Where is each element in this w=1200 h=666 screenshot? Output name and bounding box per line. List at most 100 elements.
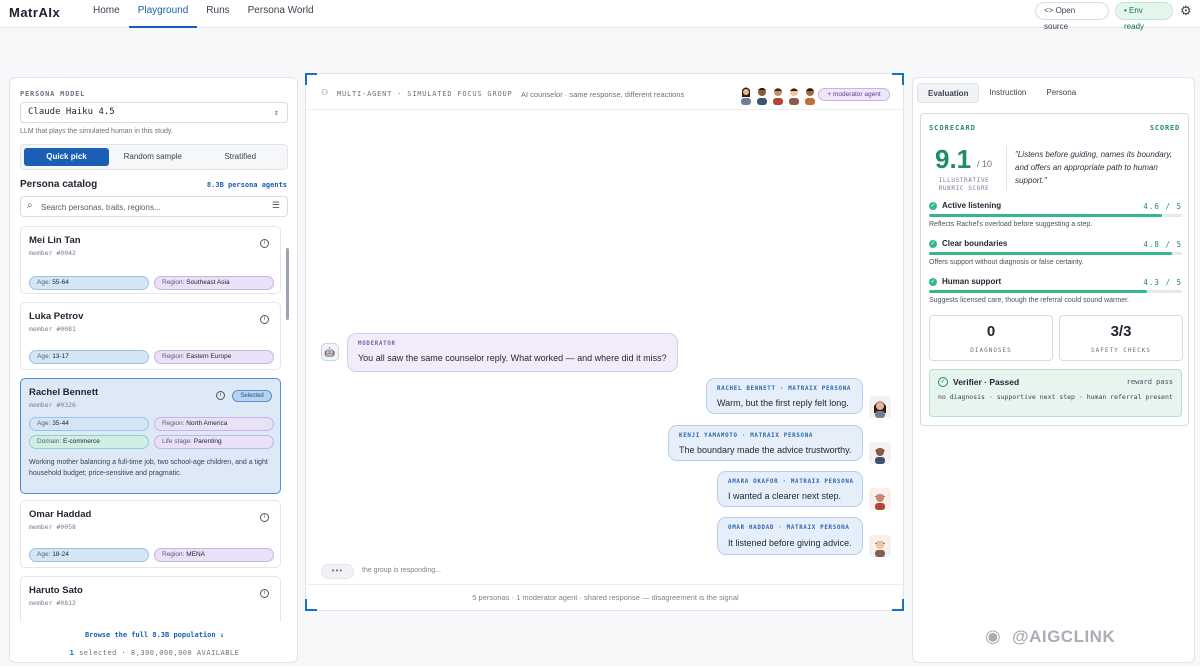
avatar [741, 87, 751, 105]
selection-footer: 1 selected · 8,300,000,000 AVAILABLE [10, 649, 297, 657]
score-quote: "Listens before guiding, names its bound… [1015, 150, 1173, 185]
check-icon: ✓ [929, 278, 937, 286]
tag-value: 55-64 [52, 279, 69, 286]
tag-value: E-commerce [63, 438, 100, 445]
top-nav-bar: MatrAIx Home Playground Runs Persona Wor… [0, 0, 1200, 31]
mode-stratified[interactable]: Stratified [197, 148, 285, 166]
message-author: OMAR HADDAD · MATRAIX PERSONA [728, 525, 850, 531]
safety-checks-stat: 3/3 SAFETY CHECKS [1059, 315, 1183, 361]
diagnoses-count: 0 [986, 323, 996, 340]
app-logo[interactable]: MatrAIx [9, 5, 60, 20]
tag-value: 13-17 [52, 353, 69, 360]
verifier-reward: reward pass [1126, 378, 1173, 386]
mode-quick-pick[interactable]: Quick pick [24, 148, 109, 166]
life-stage-tag: Life stage: Parenting [154, 435, 274, 449]
criterion-description: Offers support without diagnosis or fals… [929, 259, 1084, 266]
info-icon[interactable]: i [260, 315, 269, 324]
filter-icon[interactable]: ☰ [272, 200, 280, 211]
mode-random-sample[interactable]: Random sample [109, 148, 197, 166]
nav-playground[interactable]: Playground [128, 0, 198, 28]
region-tag: Region: Eastern Europe [154, 350, 274, 364]
selected-badge: Selected [232, 390, 272, 402]
persona-card-haruto-sato[interactable]: Haruto Sato member #0812 i [20, 576, 281, 622]
info-icon[interactable]: i [260, 239, 269, 248]
tab-evaluation[interactable]: Evaluation [917, 83, 980, 103]
persona-model-value: Claude Haiku 4.5 [28, 107, 115, 117]
nav-persona-world[interactable]: Persona World [239, 0, 323, 28]
persona-card-mei-lin-tan[interactable]: Mei Lin Tan member #0042 i Age: 55-64 Re… [20, 226, 281, 294]
check-icon: ✓ [929, 202, 937, 210]
message-text: I wanted a clearer next step. [728, 491, 842, 501]
open-source-button[interactable]: <> Open source [1035, 2, 1109, 31]
persona-message: RACHEL BENNETT · MATRAIX PERSONA Warm, b… [706, 378, 863, 414]
safety-checks-count: 3/3 [1110, 323, 1132, 340]
tag-key: Age: [37, 551, 51, 558]
tab-instruction[interactable]: Instruction [979, 83, 1036, 103]
info-icon[interactable]: i [260, 513, 269, 522]
focus-group-header: ⚇ MULTI-AGENT · SIMULATED FOCUS GROUP AI… [306, 74, 905, 110]
message-author: RACHEL BENNETT · MATRAIX PERSONA [717, 386, 852, 392]
gear-icon[interactable]: ⚙ [1180, 3, 1192, 19]
persona-list-scrollbar[interactable] [286, 248, 289, 320]
nav-home[interactable]: Home [84, 0, 129, 28]
avatar [789, 88, 799, 105]
persona-name: Haruto Sato [29, 585, 83, 596]
criterion-bar-fill [929, 290, 1147, 293]
message-author: MODERATOR [358, 341, 396, 347]
region-tag: Region: North America [154, 417, 274, 431]
diagnoses-stat: 0 DIAGNOSES [929, 315, 1053, 361]
weibo-icon: ◉ [985, 626, 1001, 646]
typing-dots: ••• [321, 564, 354, 579]
persona-card-omar-haddad[interactable]: Omar Haddad member #0058 i Age: 18-24 Re… [20, 500, 281, 568]
chevron-updown-icon: ⇕ [274, 108, 279, 117]
region-tag: Region: Southeast Asia [154, 276, 274, 290]
moderator-message: MODERATOR You all saw the same counselor… [347, 333, 678, 372]
message-text: It listened before giving advice. [728, 538, 852, 548]
verifier-title: Verifier · Passed [953, 377, 1020, 387]
tag-value: North America [186, 420, 228, 427]
persona-card-luka-petrov[interactable]: Luka Petrov member #0081 i Age: 13-17 Re… [20, 302, 281, 370]
persona-name: Omar Haddad [29, 509, 92, 520]
persona-model-select[interactable]: Claude Haiku 4.5 ⇕ [20, 102, 288, 123]
watermark: @AIGCLINK [1012, 627, 1116, 646]
age-tag: Age: 55-64 [29, 276, 149, 290]
group-icon: ⚇ [321, 88, 329, 97]
tab-persona[interactable]: Persona [1036, 83, 1086, 103]
criterion-name: Human support [942, 277, 1002, 286]
tag-key: Age: [37, 279, 51, 286]
env-ready-badge[interactable]: • Env ready [1115, 2, 1173, 31]
tag-value: Southeast Asia [186, 279, 230, 286]
criterion-bar [929, 290, 1182, 293]
rachel-avatar [869, 396, 891, 418]
focus-group-footer: 5 personas · 1 moderator agent · shared … [306, 584, 905, 612]
tag-key: Age: [37, 353, 51, 360]
persona-description: Working mother balancing a full-time job… [29, 459, 268, 477]
persona-panel: PERSONA MODEL Claude Haiku 4.5 ⇕ LLM tha… [9, 77, 298, 663]
tag-key: Domain: [37, 438, 62, 445]
persona-id: member #0081 [29, 325, 76, 333]
message-author: KENJI YAMAMOTO · MATRAIX PERSONA [679, 433, 814, 439]
criterion-description: Suggests licensed care, though the refer… [929, 297, 1130, 304]
persona-search: ⌕ ☰ [20, 196, 288, 217]
persona-id: member #0042 [29, 249, 76, 257]
persona-search-input[interactable] [41, 200, 261, 214]
tag-key: Age: [37, 420, 51, 427]
criterion-description: Reflects Rachel's overload before sugges… [929, 221, 1093, 228]
browse-population-link[interactable]: Browse the full 8.3B population ↓ [10, 631, 297, 639]
robot-icon: 🤖 [321, 343, 339, 361]
persona-card-rachel-bennett[interactable]: Rachel Bennett member #0326 i Selected A… [20, 378, 281, 494]
tag-key: Region: [162, 353, 185, 360]
scorecard-label: SCORECARD [929, 124, 976, 132]
criterion-name: Clear boundaries [942, 239, 1008, 248]
moderator-agent-pill[interactable]: + moderator agent [818, 88, 890, 101]
info-icon[interactable]: i [260, 589, 269, 598]
divider [1006, 146, 1007, 190]
persona-message: OMAR HADDAD · MATRAIX PERSONA It listene… [717, 517, 863, 555]
info-icon[interactable]: i [216, 391, 225, 400]
right-tabs: Evaluation Instruction Persona [917, 83, 1086, 103]
nav-runs[interactable]: Runs [197, 0, 238, 28]
overall-score-max: / 10 [977, 159, 993, 169]
persona-name: Rachel Bennett [29, 387, 99, 398]
main-nav: Home Playground Runs Persona World [84, 0, 323, 28]
age-tag: Age: 35-44 [29, 417, 149, 431]
